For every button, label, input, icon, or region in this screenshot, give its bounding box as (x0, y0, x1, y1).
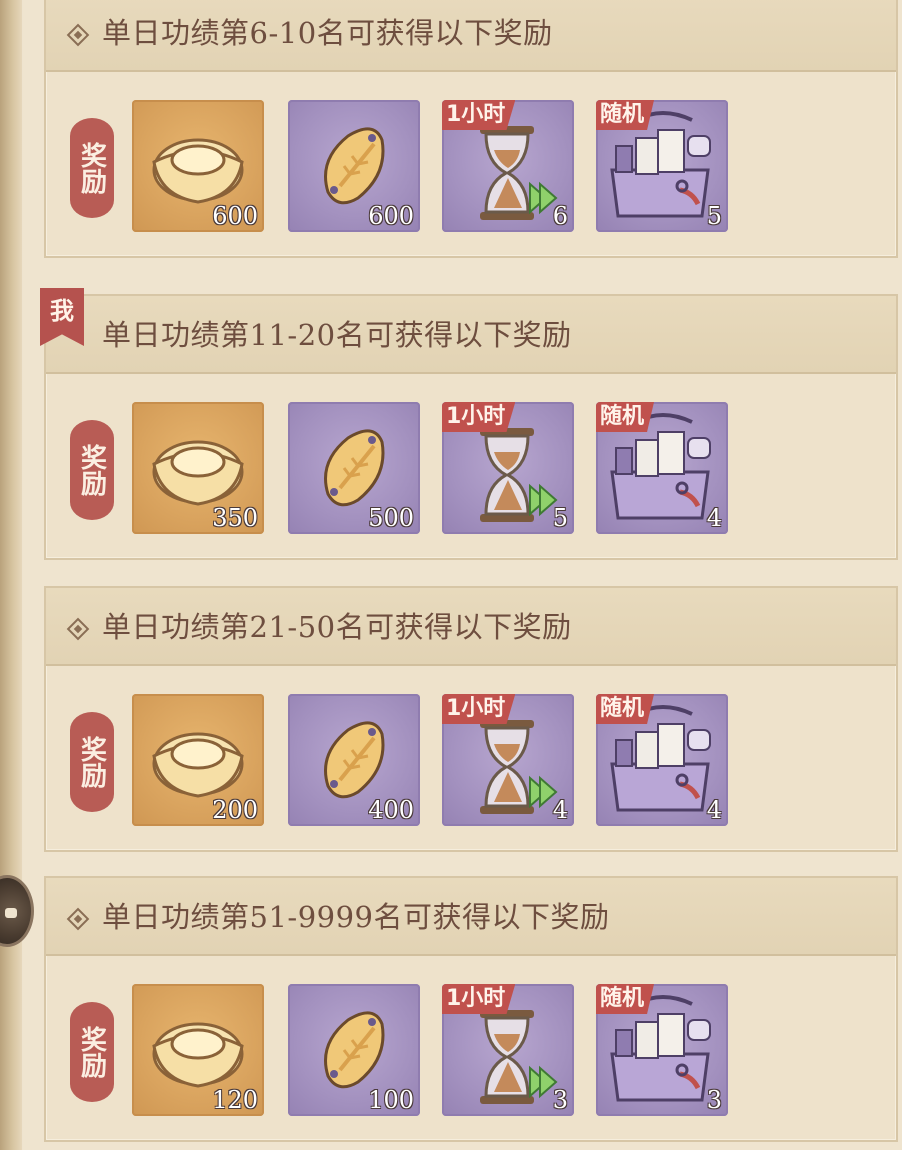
item-quantity: 350 (212, 504, 258, 532)
card-header: 单日功绩第51-9999名可获得以下奖励 (46, 878, 896, 956)
reward-item-chest[interactable]: 随机 3 (596, 984, 728, 1116)
card-header: 单日功绩第11-20名可获得以下奖励 (46, 296, 896, 374)
reward-label: 奖励 (70, 712, 114, 812)
diamond-bullet-icon (66, 617, 90, 641)
reward-item-seed[interactable]: 100 (288, 984, 420, 1116)
reward-item-chest[interactable]: 随机 4 (596, 402, 728, 534)
item-quantity: 500 (368, 504, 414, 532)
reward-label: 奖励 (70, 118, 114, 218)
card-header: 单日功绩第21-50名可获得以下奖励 (46, 588, 896, 666)
item-quantity: 120 (212, 1086, 258, 1114)
item-quantity: 4 (706, 796, 722, 824)
reward-item-seed[interactable]: 400 (288, 694, 420, 826)
item-ribbon: 随机 (596, 694, 655, 724)
item-quantity: 3 (552, 1086, 568, 1114)
item-quantity: 600 (212, 202, 258, 230)
reward-item-speedup[interactable]: 1小时 5 (442, 402, 574, 534)
card-header: 单日功绩第6-10名可获得以下奖励 (46, 0, 896, 72)
diamond-bullet-icon (66, 23, 90, 47)
item-quantity: 400 (368, 796, 414, 824)
reward-label: 奖励 (70, 420, 114, 520)
card-title: 单日功绩第21-50名可获得以下奖励 (102, 610, 572, 644)
reward-card-rank-21-50: 单日功绩第21-50名可获得以下奖励 奖励 200 400 1小时 4 随机 4 (44, 586, 898, 852)
reward-item-gold[interactable]: 600 (132, 100, 264, 232)
reward-item-speedup[interactable]: 1小时 4 (442, 694, 574, 826)
item-ribbon: 随机 (596, 402, 655, 432)
reward-item-gold[interactable]: 200 (132, 694, 264, 826)
item-quantity: 5 (552, 504, 568, 532)
reward-card-rank-51-9999: 单日功绩第51-9999名可获得以下奖励 奖励 120 100 1小时 3 随机… (44, 876, 898, 1142)
item-ribbon: 1小时 (442, 694, 516, 724)
item-ribbon: 1小时 (442, 984, 516, 1014)
item-ribbon: 随机 (596, 984, 655, 1014)
item-quantity: 200 (212, 796, 258, 824)
item-ribbon: 1小时 (442, 402, 516, 432)
card-title: 单日功绩第51-9999名可获得以下奖励 (102, 900, 610, 934)
side-rail (0, 0, 22, 1150)
card-title: 单日功绩第11-20名可获得以下奖励 (102, 318, 572, 352)
item-quantity: 4 (552, 796, 568, 824)
item-quantity: 100 (368, 1086, 414, 1114)
reward-card-rank-11-20: 单日功绩第11-20名可获得以下奖励 我 奖励 350 500 1小时 5 随机… (40, 288, 898, 560)
item-quantity: 600 (368, 202, 414, 230)
card-title: 单日功绩第6-10名可获得以下奖励 (102, 16, 553, 50)
reward-item-speedup[interactable]: 1小时 3 (442, 984, 574, 1116)
item-ribbon: 随机 (596, 100, 655, 130)
reward-label: 奖励 (70, 1002, 114, 1102)
reward-item-seed[interactable]: 600 (288, 100, 420, 232)
item-ribbon: 1小时 (442, 100, 516, 130)
reward-item-chest[interactable]: 随机 5 (596, 100, 728, 232)
diamond-bullet-icon (66, 907, 90, 931)
reward-item-chest[interactable]: 随机 4 (596, 694, 728, 826)
reward-item-speedup[interactable]: 1小时 6 (442, 100, 574, 232)
item-quantity: 5 (706, 202, 722, 230)
reward-item-gold[interactable]: 350 (132, 402, 264, 534)
item-quantity: 4 (706, 504, 722, 532)
item-quantity: 3 (706, 1086, 722, 1114)
item-quantity: 6 (552, 202, 568, 230)
reward-item-gold[interactable]: 120 (132, 984, 264, 1116)
reward-list-panel: 单日功绩第6-10名可获得以下奖励 奖励 600 600 1小时 6 随机 5 … (0, 0, 902, 1150)
scroll-handle[interactable] (0, 875, 34, 947)
reward-item-seed[interactable]: 500 (288, 402, 420, 534)
reward-card-rank-6-10: 单日功绩第6-10名可获得以下奖励 奖励 600 600 1小时 6 随机 5 (44, 0, 898, 258)
